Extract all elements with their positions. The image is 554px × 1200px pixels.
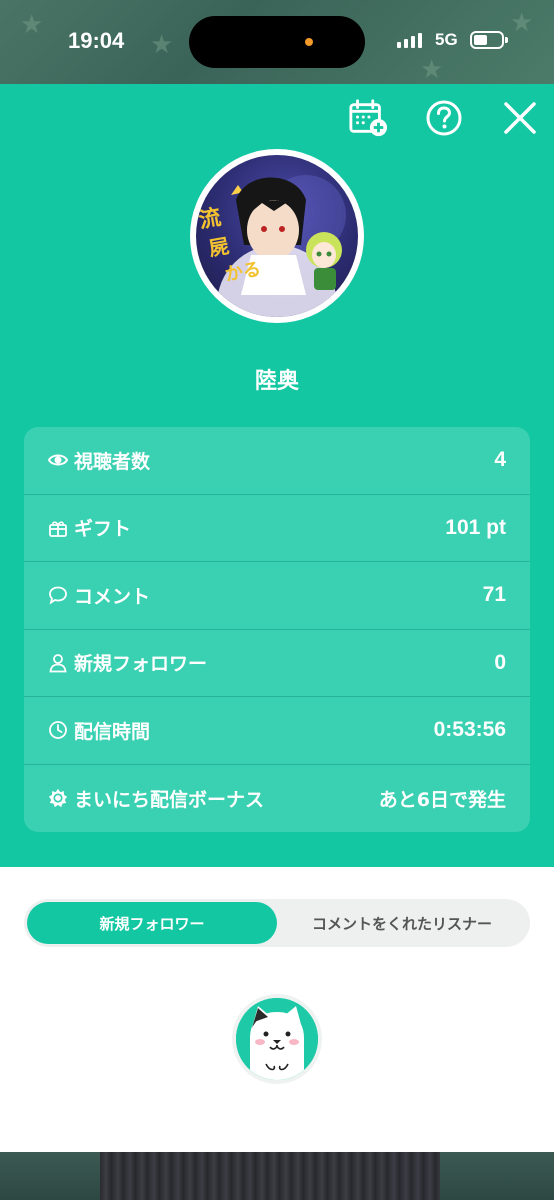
calendar-add-button[interactable]: [348, 98, 388, 138]
follower-avatar-image: [236, 998, 318, 1080]
gift-icon: [49, 521, 67, 537]
help-button[interactable]: [424, 98, 464, 138]
close-button[interactable]: [500, 98, 540, 138]
stat-label: ギフト: [74, 518, 132, 541]
stat-value-daily-bonus: あと6日で発生: [378, 788, 506, 811]
stat-row-new-followers: 新規フォロワー 0: [24, 630, 530, 697]
stat-row-daily-bonus: まいにち配信ボーナス あと6日で発生: [24, 765, 530, 833]
stat-row-viewers: 視聴者数 4: [24, 427, 530, 495]
stat-label: 新規フォロワー: [74, 653, 208, 676]
stat-label: 視聴者数: [74, 450, 151, 473]
stat-value-comments: 71: [482, 583, 506, 607]
battery-icon: [470, 31, 508, 49]
status-bar: 19:04 5G: [0, 0, 554, 84]
streamer-avatar: ★ 流 屍 かる: [190, 149, 364, 323]
stat-value-viewers: 4: [494, 448, 506, 472]
privacy-indicator-icon: [305, 38, 313, 46]
dynamic-island: [189, 16, 365, 68]
calendar-add-icon: [349, 99, 388, 137]
tab-new-followers[interactable]: 新規フォロワー: [27, 902, 277, 944]
stat-value-gift: 101 pt: [445, 515, 506, 539]
stat-row-gift: ギフト 101 pt: [24, 495, 530, 562]
background-bottom: [0, 1152, 554, 1200]
follower-avatar[interactable]: [232, 994, 322, 1084]
stage-curtain: [100, 1152, 440, 1200]
help-icon: [426, 100, 462, 136]
tab-commenters[interactable]: コメントをくれたリスナー: [277, 902, 527, 944]
stream-summary-panel: ★ 流 屍 かる 陸奥: [0, 84, 554, 867]
close-icon: [504, 102, 536, 134]
stat-value-new-followers: 0: [494, 650, 506, 674]
header-actions: [348, 98, 540, 138]
status-time: 19:04: [68, 28, 125, 53]
eye-icon: [48, 454, 68, 466]
signal-icon: [397, 32, 422, 48]
stat-row-comments: コメント 71: [24, 562, 530, 630]
stats-card: 視聴者数 4 ギフト 101 pt コメント 71 新規フォロワー 0 配信時間…: [24, 427, 530, 832]
stat-label: まいにち配信ボーナス: [74, 788, 265, 811]
stat-label: コメント: [74, 585, 151, 608]
clock-icon: [49, 721, 67, 740]
person-icon: [49, 653, 67, 673]
streamer-name: 陸奥: [254, 369, 299, 394]
avatar-image: ★ 流 屍 かる: [196, 155, 358, 317]
svg-text:屍: 屍: [207, 234, 231, 261]
listener-tab-bar: 新規フォロワー コメントをくれたリスナー: [24, 899, 530, 947]
stat-label: 配信時間: [74, 720, 151, 743]
network-label: 5G: [435, 30, 458, 49]
svg-text:流: 流: [197, 204, 223, 233]
stat-value-stream-time: 0:53:56: [433, 718, 506, 742]
stat-row-stream-time: 配信時間 0:53:56: [24, 697, 530, 765]
comment-icon: [49, 586, 67, 605]
sun-icon: [48, 789, 68, 808]
listener-section: 新規フォロワー コメントをくれたリスナー: [0, 867, 554, 1152]
